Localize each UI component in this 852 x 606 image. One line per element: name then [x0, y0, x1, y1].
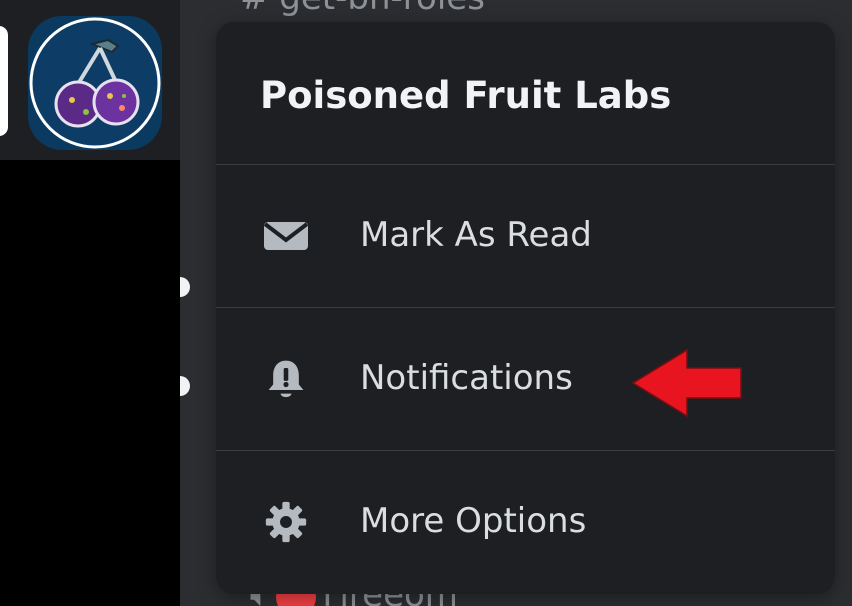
channel-item-top[interactable]: # get-bh-roles: [240, 0, 485, 18]
rail-gutter: [180, 0, 194, 606]
poisoned-cherry-server-icon[interactable]: [28, 16, 162, 150]
gear-icon: [262, 500, 310, 544]
menu-item-label: More Options: [360, 501, 587, 541]
rail-empty-area: [0, 160, 180, 606]
server-rail: [0, 0, 180, 160]
menu-header: Poisoned Fruit Labs: [216, 22, 835, 165]
red-arrow-annotation: [630, 348, 744, 418]
unread-indicator: [180, 277, 190, 297]
menu-item-label: Notifications: [360, 358, 573, 398]
envelope-icon: [262, 214, 310, 258]
server-context-menu: Poisoned Fruit Labs Mark As Read Notific…: [216, 22, 835, 594]
bell-alert-icon: [262, 357, 310, 401]
unread-indicator: [180, 376, 190, 396]
menu-item-label: Mark As Read: [360, 215, 592, 255]
more-options-menu-item[interactable]: More Options: [216, 451, 835, 593]
discord-window: # get-bh-roles 🔈︎Fireeom: [0, 0, 852, 606]
previous-server-icon[interactable]: [0, 26, 8, 136]
mark-as-read-menu-item[interactable]: Mark As Read: [216, 165, 835, 308]
server-name-title: Poisoned Fruit Labs: [260, 74, 672, 117]
